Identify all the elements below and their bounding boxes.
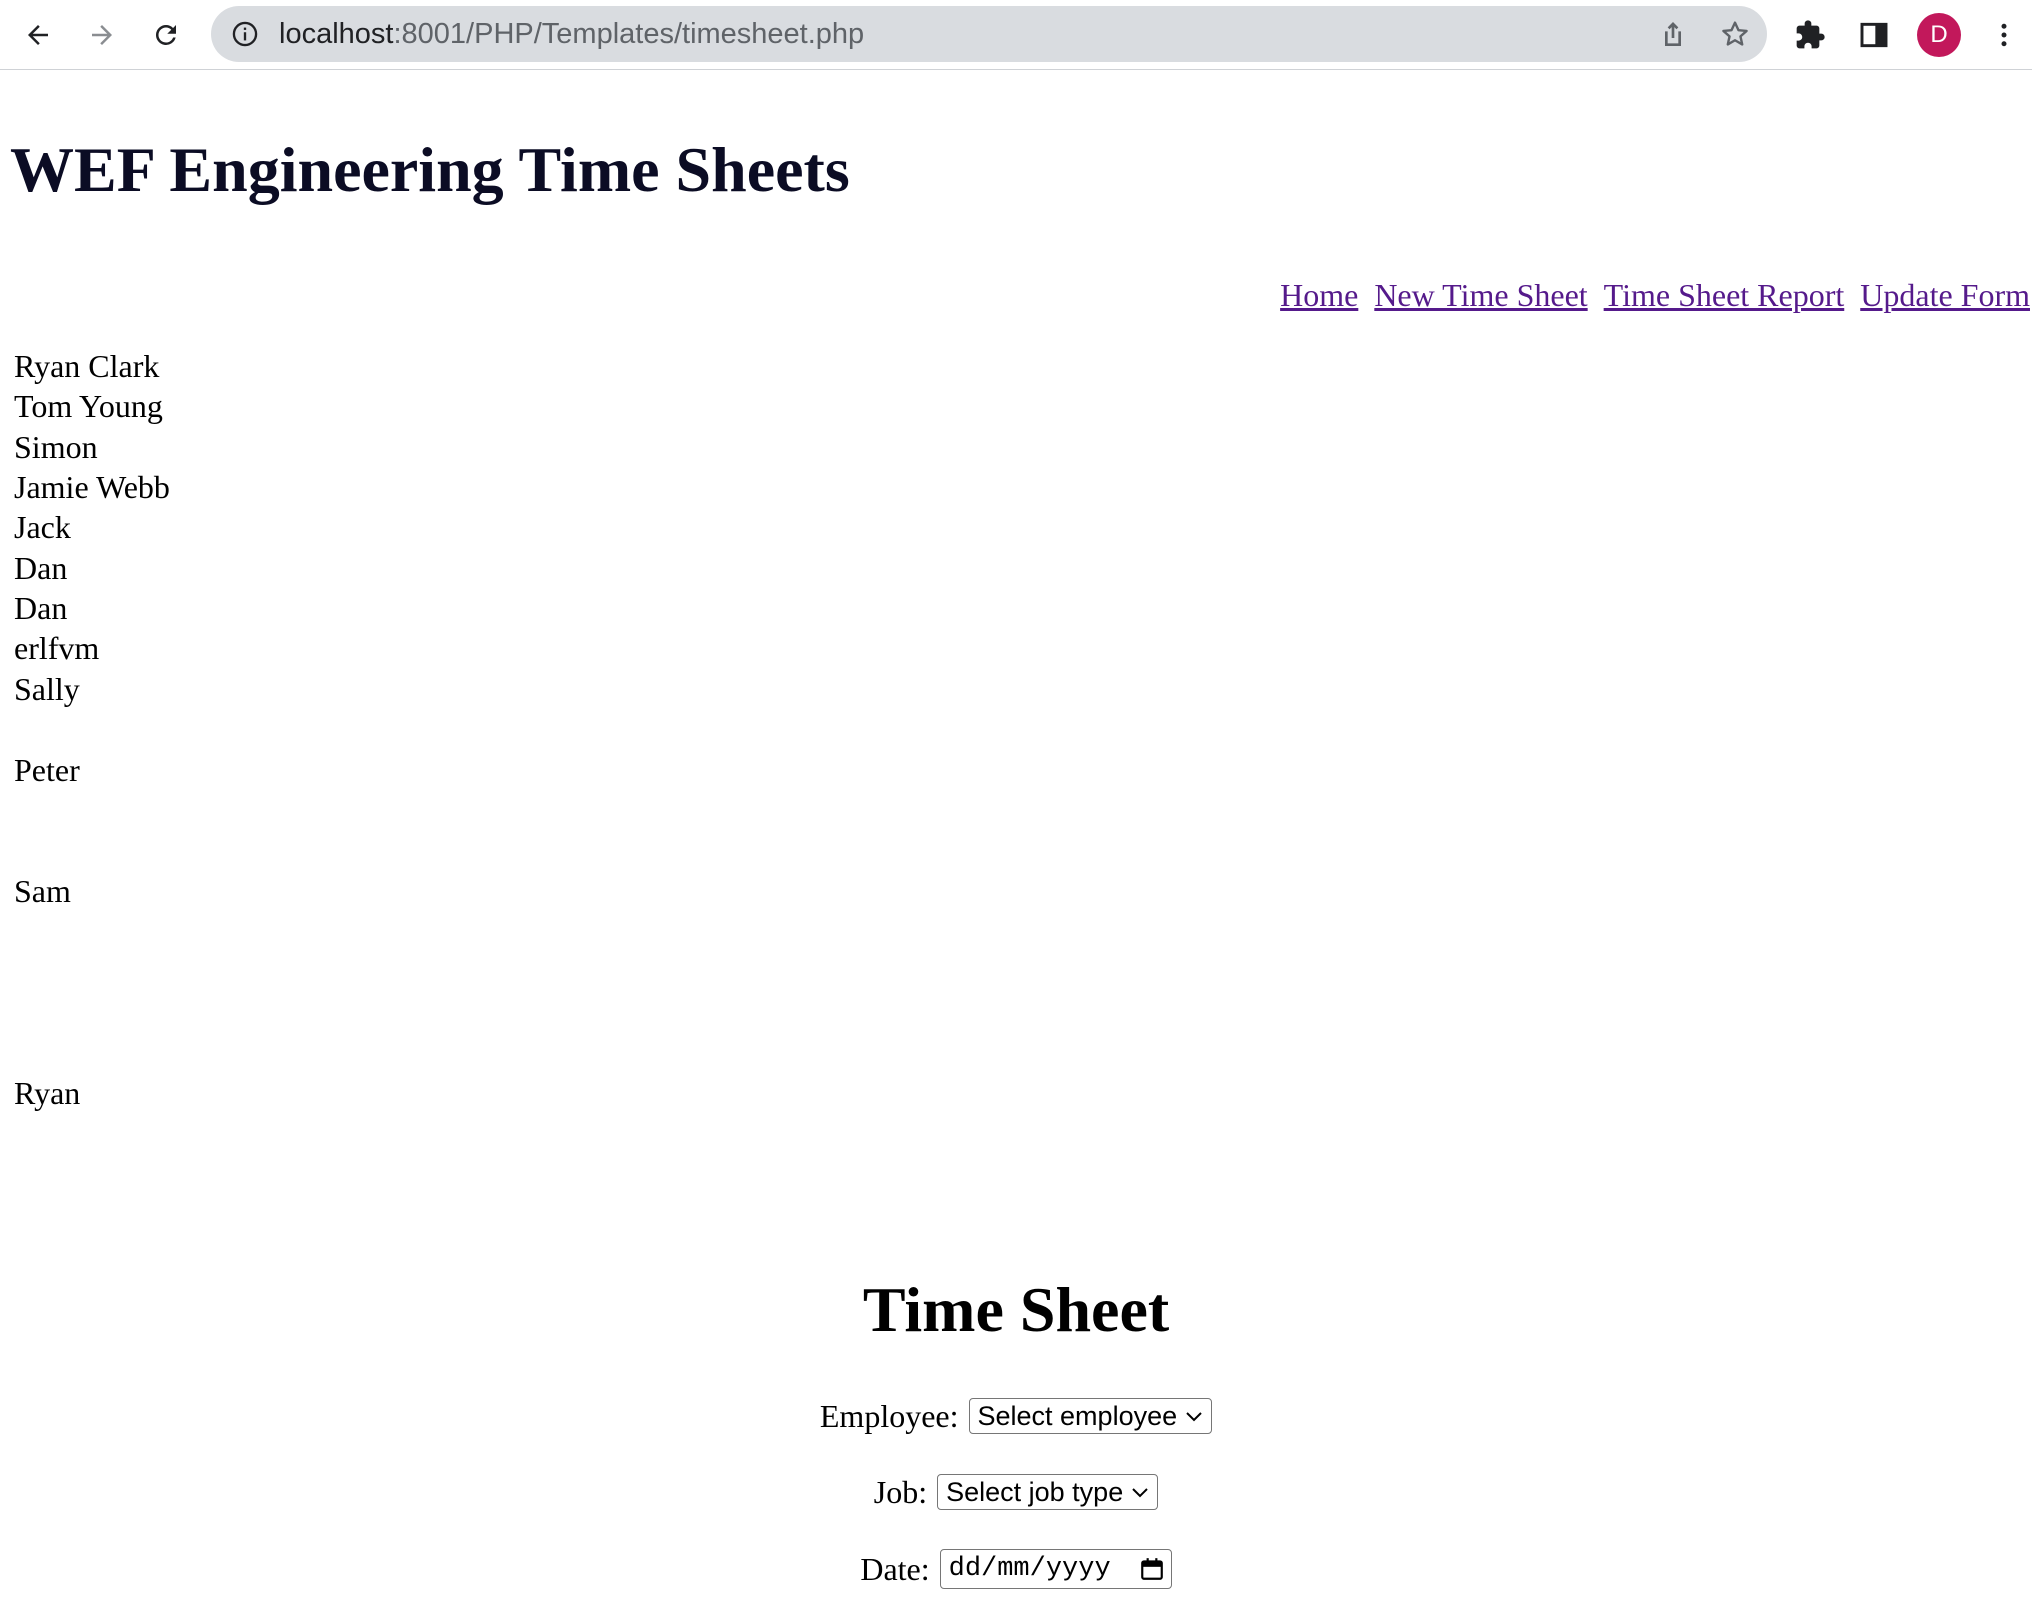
employee-name: Jamie Webb xyxy=(14,469,170,505)
employee-name: Ryan xyxy=(14,1075,81,1111)
employee-name: Simon xyxy=(14,429,98,465)
employee-name: Tom Young xyxy=(14,388,163,424)
date-input[interactable]: dd/mm/yyyy xyxy=(939,1549,1172,1589)
forward-arrow-icon xyxy=(92,25,112,45)
employee-name: Sam xyxy=(14,873,71,909)
url-text[interactable]: localhost:8001/PHP/Templates/timesheet.p… xyxy=(279,6,864,62)
job-label: Job: xyxy=(873,1474,928,1510)
address-bar[interactable]: localhost:8001/PHP/Templates/timesheet.p… xyxy=(211,6,1767,62)
more-vert-icon xyxy=(2001,23,2007,47)
employee-name: Jack xyxy=(14,509,71,545)
nav-time-sheet-report-link[interactable]: Time Sheet Report xyxy=(1604,275,1845,315)
chevron-down-icon xyxy=(1132,1488,1148,1498)
reload-button[interactable] xyxy=(142,11,190,59)
share-icon[interactable] xyxy=(1657,18,1689,50)
employee-name: Dan xyxy=(14,550,68,586)
date-placeholder: dd/mm/yyyy xyxy=(948,1554,1111,1584)
side-panel-button[interactable] xyxy=(1850,11,1898,59)
profile-avatar[interactable]: D xyxy=(1917,13,1961,57)
site-title: WEF Engineering Time Sheets xyxy=(10,134,850,205)
date-row: Date: dd/mm/yyyy xyxy=(0,1549,2032,1589)
employee-name: Dan xyxy=(14,590,68,626)
forward-button[interactable] xyxy=(78,11,126,59)
time-sheet-heading: Time Sheet xyxy=(862,1274,1170,1345)
browser-toolbar: localhost:8001/PHP/Templates/timesheet.p… xyxy=(0,0,2032,70)
back-arrow-icon xyxy=(28,25,48,45)
employee-select-value: Select employee xyxy=(977,1401,1178,1431)
bookmark-star-icon[interactable] xyxy=(1719,18,1751,50)
employee-name: Peter xyxy=(14,752,80,788)
puzzle-icon xyxy=(1796,20,1825,49)
job-select[interactable]: Select job type xyxy=(937,1474,1159,1510)
nav-update-form-link[interactable]: Update Form xyxy=(1860,275,2030,315)
side-panel-icon xyxy=(1860,22,1888,48)
url-host: localhost xyxy=(279,18,394,50)
job-row: Job: Select job type xyxy=(0,1472,2032,1512)
employee-name: Ryan Clark xyxy=(14,348,160,384)
page-content: WEF Engineering Time Sheets Home New Tim… xyxy=(0,70,2032,1610)
reload-icon xyxy=(155,24,176,45)
extensions-button[interactable] xyxy=(1786,11,1834,59)
nav-new-time-sheet-link[interactable]: New Time Sheet xyxy=(1374,275,1587,315)
job-select-value: Select job type xyxy=(946,1477,1124,1507)
calendar-icon[interactable] xyxy=(1139,1556,1165,1582)
employee-name: Sally xyxy=(14,671,80,707)
nav-home-link[interactable]: Home xyxy=(1280,275,1358,315)
employee-row: Employee: Select employee xyxy=(0,1396,2032,1436)
date-label: Date: xyxy=(860,1551,930,1587)
employee-label: Employee: xyxy=(819,1398,959,1434)
browser-menu-button[interactable] xyxy=(1980,11,2028,59)
back-button[interactable] xyxy=(14,11,62,59)
employee-select[interactable]: Select employee xyxy=(968,1398,1213,1434)
nav-menu: Home New Time Sheet Time Sheet Report Up… xyxy=(1280,275,2030,315)
url-path: :8001/PHP/Templates/timesheet.php xyxy=(393,18,865,50)
site-info-icon[interactable] xyxy=(231,20,259,48)
chevron-down-icon xyxy=(1186,1412,1202,1422)
employee-name: erlfvm xyxy=(14,630,100,666)
